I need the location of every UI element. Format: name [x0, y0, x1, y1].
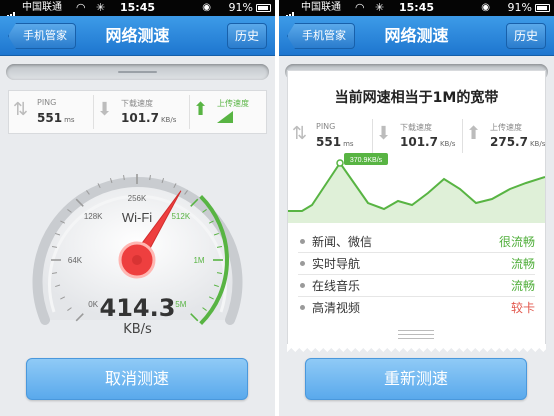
result-receipt: 当前网速相当于1M的宽带 ⇅ PING 551 ms ⬇ 下载速度 101.7 KB…: [287, 70, 546, 348]
result-headline: 当前网速相当于1M的宽带: [334, 90, 499, 106]
upload-stat: ⬆ 上传速度: [189, 91, 266, 133]
gauge-tick-label: 512K: [171, 212, 190, 221]
download-label: 下载速度: [121, 99, 153, 108]
gauge-tick-label: 256K: [128, 194, 147, 203]
list-item: 新闻、微信 很流畅: [298, 231, 535, 253]
list-item: 高清视频 较卡: [298, 297, 535, 319]
current-speed: 414.3: [99, 294, 176, 322]
item-status: 很流畅: [498, 235, 535, 249]
gauge-tick-label: 128K: [84, 212, 103, 221]
retest-button[interactable]: 重新测速: [305, 358, 527, 400]
bullet-icon: [300, 239, 305, 244]
ping-stat: ⇅ PING 551 ms: [288, 115, 372, 157]
item-name: 新闻、微信: [312, 235, 373, 249]
status-bar: 中国联通 ◠ ✳ 15:45 ◉ 91%: [0, 0, 275, 20]
list-item: 实时导航 流畅: [298, 253, 535, 275]
upload-arrow-icon: ⬆: [193, 99, 209, 120]
battery-percent: 91%: [228, 1, 253, 14]
list-item: 在线音乐 流畅: [298, 275, 535, 297]
item-status: 流畅: [510, 279, 535, 293]
battery-icon: [256, 4, 271, 12]
ping-stat: ⇅ PING 551 ms: [9, 91, 93, 133]
ping-value: 551 ms: [316, 135, 354, 149]
download-stat: ⬇ 下载速度 101.7 KB/s: [93, 91, 189, 133]
nav-bar: 手机管家 网络测速 历史: [0, 16, 275, 56]
download-stat: ⬇ 下载速度 101.7 KB/s: [372, 115, 462, 157]
bullet-icon: [300, 261, 305, 266]
stats-panel: ⇅ PING 551 ms ⬇ 下载速度 101.7 KB/s ⬆ 上传速度: [8, 90, 267, 134]
item-status: 较卡: [510, 301, 535, 315]
download-value: 101.7 KB/s: [121, 111, 177, 125]
download-value: 101.7 KB/s: [400, 135, 456, 149]
ping-icon: ⇅: [292, 123, 308, 144]
receipt-slot: [6, 64, 269, 80]
item-name: 高清视频: [312, 301, 361, 315]
nav-bar: 手机管家 网络测速 历史: [279, 16, 554, 56]
network-type: Wi-Fi: [122, 210, 152, 225]
download-label: 下载速度: [400, 123, 432, 132]
speedtest-running-screen: 中国联通 ◠ ✳ 15:45 ◉ 91% 手机管家 网络测速 历史 ⇅ PING…: [0, 0, 275, 416]
upload-stat: ⬆ 上传速度 275.7 KB/s: [462, 115, 545, 157]
upload-progress-icon: [217, 111, 233, 123]
upload-label: 上传速度: [217, 99, 249, 108]
speed-unit: KB/s: [123, 322, 152, 337]
chart-area: [288, 163, 545, 223]
receipt-torn-edge: [287, 344, 546, 352]
ping-label: PING: [316, 122, 336, 131]
peak-label: 370.9KB/s: [350, 157, 383, 164]
download-arrow-icon: ⬇: [97, 99, 113, 120]
ping-icon: ⇅: [13, 99, 29, 120]
gauge-tick-label: 1M: [193, 256, 204, 265]
download-arrow-icon: ⬇: [376, 123, 392, 144]
upload-value: 275.7 KB/s: [490, 135, 546, 149]
result-stats: ⇅ PING 551 ms ⬇ 下载速度 101.7 KB/s ⬆ 上传速度 275…: [288, 115, 545, 153]
item-name: 在线音乐: [312, 279, 361, 293]
ping-value: 551 ms: [37, 111, 75, 125]
bullet-icon: [300, 305, 305, 310]
item-status: 流畅: [510, 257, 535, 271]
history-button[interactable]: 历史: [227, 23, 267, 49]
peak-marker: [336, 159, 344, 167]
rotation-lock-icon: ◉: [481, 2, 490, 13]
battery-icon: [535, 4, 550, 12]
cancel-test-button[interactable]: 取消测速: [26, 358, 248, 400]
speed-history-chart: 370.9KB/s: [288, 153, 545, 223]
history-button[interactable]: 历史: [506, 23, 546, 49]
battery-percent: 91%: [507, 1, 532, 14]
bullet-icon: [300, 283, 305, 288]
ping-label: PING: [37, 98, 57, 107]
app-suitability-list: 新闻、微信 很流畅 实时导航 流畅 在线音乐 流畅 高清视频 较卡: [298, 231, 535, 319]
gauge-tick-label: 64K: [68, 256, 83, 265]
status-bar: 中国联通 ◠ ✳ 15:45 ◉ 91%: [279, 0, 554, 20]
upload-arrow-icon: ⬆: [466, 123, 482, 144]
speedtest-result-screen: 中国联通 ◠ ✳ 15:45 ◉ 91% 手机管家 网络测速 历史 当前网速相当…: [279, 0, 554, 416]
drag-handle[interactable]: [398, 327, 434, 339]
item-name: 实时导航: [312, 257, 361, 271]
rotation-lock-icon: ◉: [202, 2, 211, 13]
upload-label: 上传速度: [490, 123, 522, 132]
